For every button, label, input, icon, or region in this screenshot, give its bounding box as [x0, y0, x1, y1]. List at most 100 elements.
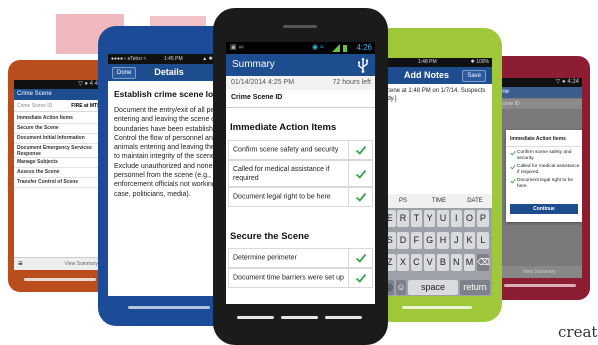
row-divider — [348, 249, 349, 267]
emoji-key[interactable]: ☺ — [396, 280, 406, 295]
status-time: 1:45 PM — [164, 56, 183, 62]
dialog-item-label: Document legal right to be here. — [517, 178, 573, 189]
menu-item[interactable]: Immediate Action Items — [14, 114, 106, 124]
letter-key[interactable]: L — [477, 232, 489, 249]
menu-item[interactable]: Secure the Scene — [14, 124, 106, 134]
dialog-item[interactable]: Called for medical assistance if require… — [510, 164, 580, 178]
letter-key[interactable]: D — [397, 232, 409, 249]
continue-label: Continue — [533, 206, 555, 212]
letter-key[interactable]: F — [410, 232, 423, 249]
home-button-light[interactable] — [281, 316, 318, 319]
date-row: 01/14/2014 4:25 PM 72 hours left — [226, 76, 375, 90]
section-heading: Immediate Action Items — [230, 122, 337, 133]
menu-item[interactable]: Document Emergency Services Response — [14, 144, 106, 158]
letter-key[interactable]: O — [463, 210, 476, 227]
id-label: Crime Scene ID — [17, 103, 53, 109]
battery-label: ✱ 100% — [470, 59, 489, 65]
row-divider — [348, 161, 349, 186]
checklist-row[interactable]: Confirm scene safety and security — [228, 140, 373, 160]
section-heading: Secure the Scene — [230, 231, 310, 242]
row-divider — [348, 188, 349, 206]
menu-item[interactable]: Manage Subjects — [14, 158, 106, 168]
phone-orange-screen: ▽ ● 4 4:2 Crime Scene Crime Scene ID FIR… — [14, 80, 106, 270]
checkmark-icon — [510, 150, 516, 156]
menu-item-label: Secure the Scene — [17, 125, 59, 131]
letter-key[interactable]: M — [463, 254, 476, 271]
nav-button-bar — [24, 278, 96, 281]
letter-key[interactable]: R — [397, 210, 409, 227]
notes-textarea[interactable]: scene at 1:48 PM on 1/7/14. Suspects ody… — [382, 84, 492, 188]
view-summary-button[interactable]: View Summary — [522, 269, 556, 275]
checkmark-icon — [355, 145, 367, 155]
row-divider — [348, 269, 349, 287]
space-key[interactable]: space — [408, 280, 458, 295]
checklist-row[interactable]: Document time barriers were set up — [228, 268, 373, 288]
return-key[interactable]: return — [460, 280, 490, 295]
quick-insert-key[interactable]: TIME — [424, 194, 454, 208]
phone-red-screen: ▽ ● 4:24 ene Scene ID Immediate Action I… — [496, 78, 582, 278]
crime-scene-id-row[interactable]: Crime Scene ID — [226, 91, 375, 108]
view-summary-button[interactable]: View Summary — [64, 258, 98, 270]
back-button-light[interactable] — [237, 316, 274, 319]
quick-insert-key[interactable]: PS — [388, 194, 418, 208]
checkmark-icon — [355, 273, 367, 283]
battery-icon — [343, 45, 347, 52]
crime-scene-id-row[interactable]: Crime Scene ID FIRE at MTSU — [14, 101, 106, 112]
continue-button[interactable]: Continue — [510, 204, 578, 214]
nav-button-bar — [237, 316, 362, 320]
letter-key[interactable]: K — [463, 232, 476, 249]
phone-green: ≈ 1:48 PM ✱ 100% Add Notes Save scene at… — [372, 28, 502, 322]
menu-button-light[interactable] — [325, 316, 362, 319]
letter-key[interactable]: G — [423, 232, 436, 249]
menu-item-label: Transfer Control of Scene — [17, 179, 79, 185]
report-date: 01/14/2014 4:25 PM — [231, 79, 295, 86]
signal-bars-icon — [332, 44, 340, 52]
letter-key[interactable]: P — [477, 210, 489, 227]
page-title: Summary — [232, 59, 275, 70]
phone-black: ▣ ∞ ◉ ≈ 4:26 Summary 01/14/2014 4:25 PM … — [213, 8, 388, 345]
app-header: ene — [496, 87, 582, 98]
letter-key[interactable]: I — [450, 210, 462, 227]
letter-key[interactable]: Y — [423, 210, 436, 227]
checklist-row[interactable]: Determine perimeter — [228, 248, 373, 268]
letter-key[interactable]: N — [450, 254, 462, 271]
checklist-label: Determine perimeter — [233, 254, 297, 262]
menu-item[interactable]: Transfer Control of Scene — [14, 178, 106, 188]
phone-red: ▽ ● 4:24 ene Scene ID Immediate Action I… — [490, 56, 590, 300]
dialog-item[interactable]: Document legal right to be here. — [510, 178, 580, 192]
checkmark-icon — [355, 169, 367, 179]
notification-icons: ▣ ∞ — [230, 44, 244, 51]
quick-insert-bar: PS TIME DATE — [382, 194, 492, 208]
letter-key[interactable]: V — [423, 254, 436, 271]
menu-item[interactable]: Document Initial Information — [14, 134, 106, 144]
quick-insert-key[interactable]: DATE — [460, 194, 490, 208]
nav-button-bar — [128, 306, 210, 309]
menu-icon[interactable]: ≡ — [14, 259, 23, 268]
letter-key[interactable]: H — [437, 232, 449, 249]
letter-key[interactable]: J — [450, 232, 462, 249]
checklist-row[interactable]: Document legal right to be here — [228, 187, 373, 207]
dialog-divider — [506, 146, 582, 147]
letter-key[interactable]: C — [410, 254, 423, 271]
letter-key[interactable]: U — [437, 210, 449, 227]
phone-orange: ▽ ● 4 4:2 Crime Scene Crime Scene ID FIR… — [8, 60, 112, 292]
menu-item-label: Document Initial Information — [17, 135, 85, 141]
save-button[interactable]: Save — [462, 70, 486, 82]
letter-key[interactable]: X — [397, 254, 409, 271]
letter-key[interactable]: B — [437, 254, 449, 271]
checkmark-icon — [355, 192, 367, 202]
checklist-label: Called for medical assistance if require… — [233, 165, 330, 182]
row-divider — [348, 141, 349, 159]
action-items-dialog: Immediate Action Items Confirm scene saf… — [506, 130, 582, 222]
details-heading: Establish crime scene log — [114, 89, 219, 99]
carrier-label: ●●●●○ eTelco ≈ — [111, 56, 147, 62]
menu-item[interactable]: Assess the Scene — [14, 168, 106, 178]
backspace-key[interactable]: ⌫ — [477, 254, 490, 271]
dialog-item[interactable]: Confirm scene safety and security. — [510, 150, 580, 164]
note-line: scene at 1:48 PM on 1/7/14. Suspects — [384, 88, 486, 94]
status-bar: ≈ 1:48 PM ✱ 100% — [382, 58, 492, 67]
status-time: 4:26 — [356, 43, 372, 52]
usb-icon[interactable] — [357, 57, 369, 73]
letter-key[interactable]: T — [410, 210, 423, 227]
checklist-row[interactable]: Called for medical assistance if require… — [228, 160, 373, 187]
